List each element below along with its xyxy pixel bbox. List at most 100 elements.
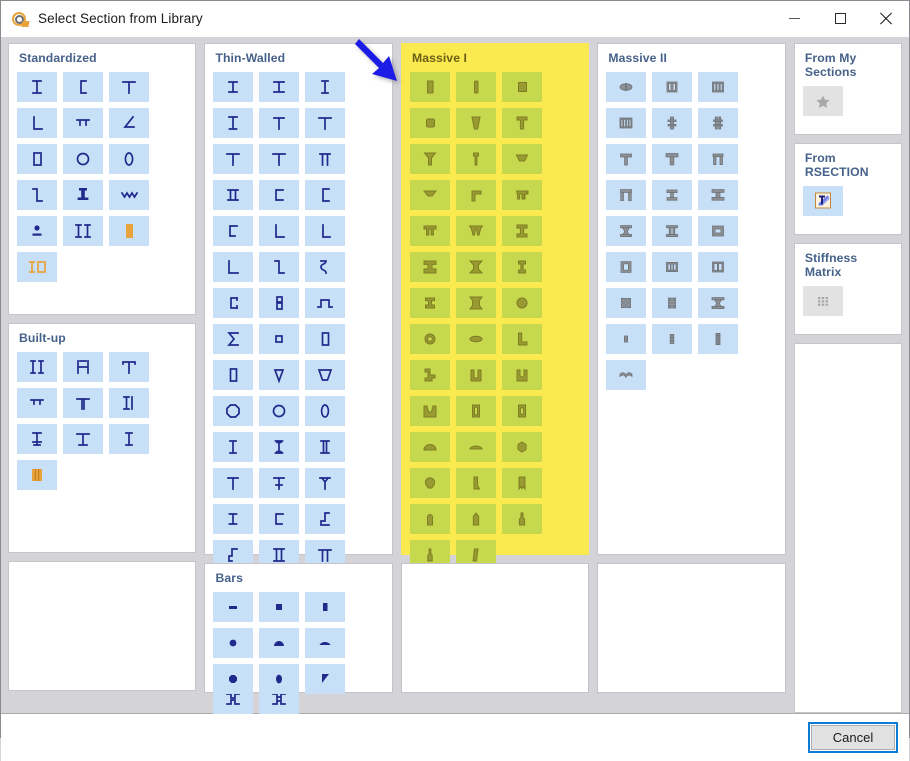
tile-channel-open-top[interactable]	[259, 504, 300, 534]
tile-solid-i-narrow[interactable]	[501, 252, 542, 282]
tile-octagon-bar[interactable]	[213, 664, 254, 694]
tile-box-double-web[interactable]	[305, 432, 346, 462]
maximize-button[interactable]	[817, 1, 863, 36]
tile-i-double-web-gray[interactable]	[652, 216, 693, 246]
tile-flat-bar[interactable]	[213, 592, 254, 622]
tile-half-round-bar[interactable]	[259, 628, 300, 658]
tile-i-plus-hollow-orange[interactable]	[17, 252, 57, 282]
tile-i-symmetric[interactable]	[213, 72, 254, 102]
tile-portal-frame-wide-gray[interactable]	[606, 180, 647, 210]
tile-i-section[interactable]	[17, 72, 57, 102]
tile-i-tapered[interactable]	[213, 108, 254, 138]
minimize-button[interactable]	[771, 1, 817, 36]
tile-square-hollow[interactable]	[259, 324, 300, 354]
tile-solid-rectangle-tall[interactable]	[409, 72, 450, 102]
tile-solid-i-beam[interactable]	[501, 216, 542, 246]
tile-trapezoid-wide[interactable]	[305, 360, 346, 390]
tile-solid-notched-block[interactable]	[501, 468, 542, 498]
tile-i-with-top-plate[interactable]	[63, 424, 103, 454]
tile-four-cell-grid-gray[interactable]	[606, 288, 647, 318]
tile-channel-lipped[interactable]	[213, 216, 254, 246]
tile-barrel-hollow-gray[interactable]	[606, 72, 647, 102]
tile-solid-tee-tapered[interactable]	[409, 144, 450, 174]
tile-solid-trapezoid-down[interactable]	[455, 108, 496, 138]
tile-hat-profile[interactable]	[305, 288, 346, 318]
tile-solid-dome[interactable]	[409, 432, 450, 462]
tile-unequal-angle-section[interactable]	[109, 108, 149, 138]
tile-solid-bottle-shape[interactable]	[501, 504, 542, 534]
tile-tee-flange-section[interactable]	[17, 388, 57, 418]
tile-i-curved-flange[interactable]	[305, 468, 346, 498]
tile-solid-rectangle-orange[interactable]	[109, 216, 149, 246]
tile-small-stack-gray[interactable]	[606, 324, 647, 354]
tile-sigma-profile[interactable]	[213, 324, 254, 354]
tile-i-with-bottom-plate[interactable]	[17, 424, 57, 454]
tile-i-wide-flared-gray[interactable]	[698, 288, 739, 318]
tile-crane-rail-section[interactable]	[63, 180, 103, 210]
tile-angle-section[interactable]	[17, 108, 57, 138]
tile-oval-hollow-section[interactable]	[109, 144, 149, 174]
tile-z-profile[interactable]	[259, 252, 300, 282]
tile-double-tee-open[interactable]	[305, 144, 346, 174]
tile-circular-hollow-section[interactable]	[63, 144, 103, 174]
tile-tee-plain[interactable]	[259, 108, 300, 138]
tile-box-with-cell-gray[interactable]	[698, 216, 739, 246]
tile-tee-wide[interactable]	[305, 108, 346, 138]
tile-solid-pointed-block[interactable]	[455, 504, 496, 534]
tile-tee-thin[interactable]	[259, 144, 300, 174]
tile-i-massive-wide-gray[interactable]	[698, 180, 739, 210]
tile-channel-bracket[interactable]	[305, 180, 346, 210]
tile-i-slim-tapered[interactable]	[259, 432, 300, 462]
tile-tee-massive-wide-gray[interactable]	[652, 144, 693, 174]
tile-solid-circle[interactable]	[501, 288, 542, 318]
tile-double-web-cross-gray[interactable]	[698, 108, 739, 138]
tile-multi-stack-gray[interactable]	[698, 324, 739, 354]
tile-solid-double-leg[interactable]	[501, 180, 542, 210]
tile-triangular-bar[interactable]	[305, 664, 346, 694]
tile-rectangular-bar[interactable]	[305, 592, 346, 622]
tile-box-triple-vertical-gray[interactable]	[652, 252, 693, 282]
tile-tee-upright[interactable]	[213, 468, 254, 498]
tile-i-narrow-flange[interactable]	[305, 72, 346, 102]
tile-tee-built-up-section[interactable]	[109, 352, 149, 382]
tile-i-with-plate-section[interactable]	[109, 388, 149, 418]
tile-solid-angle-tee[interactable]	[455, 180, 496, 210]
tile-double-i-back-to-back[interactable]	[63, 352, 103, 382]
tile-channel-square[interactable]	[259, 180, 300, 210]
tile-double-cell-box-gray[interactable]	[652, 72, 693, 102]
tile-multi-web-orange[interactable]	[17, 460, 57, 490]
tile-solid-rect-hollow[interactable]	[455, 396, 496, 426]
tile-tee-stem-section[interactable]	[63, 388, 103, 418]
tile-octagon-hollow[interactable]	[213, 396, 254, 426]
tile-angle-l-thin[interactable]	[305, 216, 346, 246]
tile-solid-double-leg-taper[interactable]	[455, 216, 496, 246]
tile-solid-u-rounded[interactable]	[501, 360, 542, 390]
tile-solid-hexagon[interactable]	[501, 432, 542, 462]
tile-solid-rect-oval-hollow[interactable]	[501, 396, 542, 426]
tile-i-flared-gray[interactable]	[606, 216, 647, 246]
tile-z-section[interactable]	[17, 180, 57, 210]
tile-zed-open[interactable]	[305, 504, 346, 534]
tile-pin-section[interactable]	[17, 216, 57, 246]
tile-solid-tee-flange-taper[interactable]	[409, 180, 450, 210]
tile-solid-ring[interactable]	[409, 324, 450, 354]
tile-tee-massive-gray[interactable]	[606, 144, 647, 174]
tile-angle-l[interactable]	[259, 216, 300, 246]
tile-solid-trapezoid-flat[interactable]	[501, 144, 542, 174]
tile-sigma-curved[interactable]	[305, 252, 346, 282]
tile-shallow-segment-bar[interactable]	[305, 628, 346, 658]
tile-solid-u-wide[interactable]	[409, 396, 450, 426]
tile-curved-deck-gray[interactable]	[606, 360, 647, 390]
tile-solid-i-tapered[interactable]	[455, 252, 496, 282]
tile-i-plain[interactable]	[213, 504, 254, 534]
tile-square-bar[interactable]	[259, 592, 300, 622]
tile-i-short-flange[interactable]	[259, 468, 300, 498]
tile-triple-stack-gray[interactable]	[652, 324, 693, 354]
tile-single-web-cross-gray[interactable]	[652, 108, 693, 138]
tile-rectangular-hollow-thick[interactable]	[213, 360, 254, 390]
tile-solid-rectangle-narrow[interactable]	[455, 72, 496, 102]
tile-triple-cell-box-gray[interactable]	[698, 72, 739, 102]
tile-box-vertical-cell-gray[interactable]	[606, 252, 647, 282]
tile-rectangular-hollow[interactable]	[305, 324, 346, 354]
tile-solid-square-rounded[interactable]	[409, 108, 450, 138]
